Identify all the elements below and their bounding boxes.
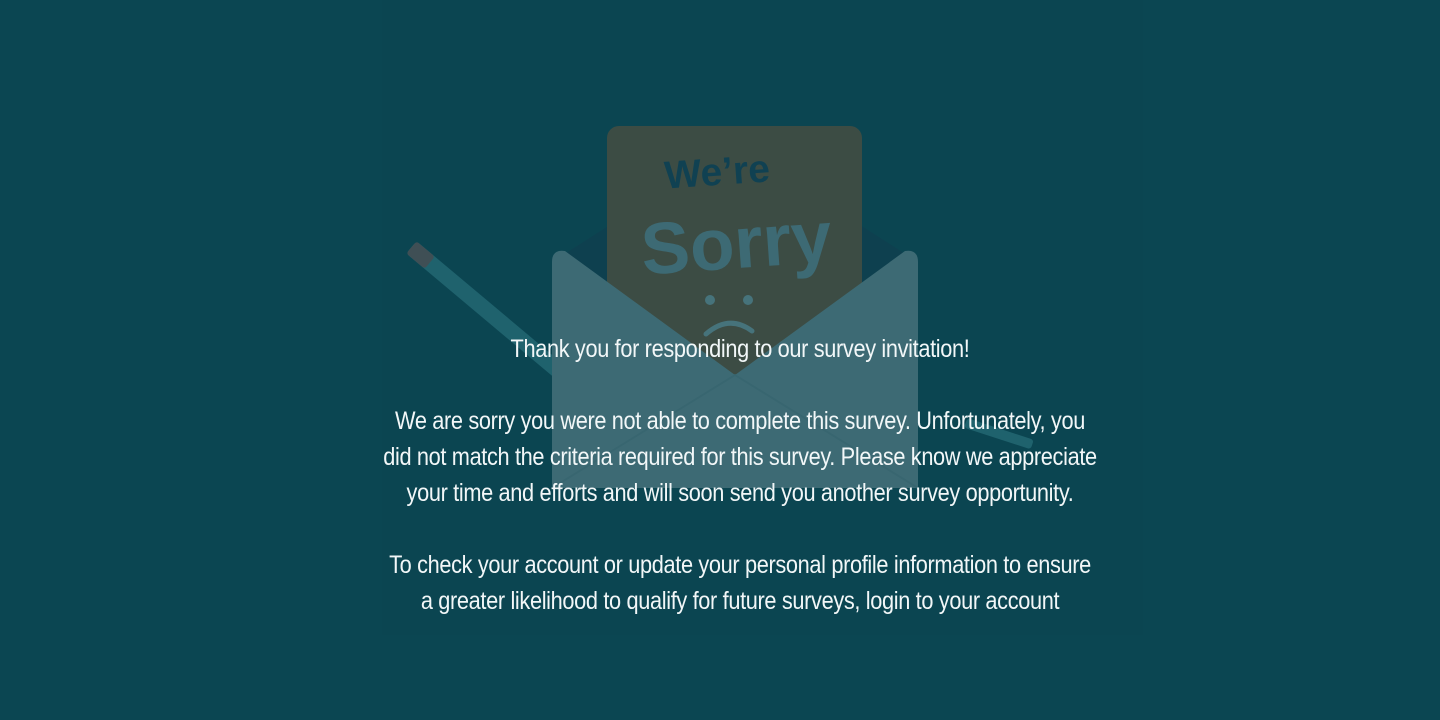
account-line-1: To check your account or update your per… — [389, 551, 1091, 579]
account-line-2: a greater likelihood to qualify for futu… — [420, 587, 1060, 615]
body-line-3: your time and efforts and will soon send… — [406, 479, 1074, 507]
body-line-1: We are sorry you were not able to comple… — [395, 407, 1085, 435]
headline-text: Thank you for responding to our survey i… — [510, 335, 970, 363]
survey-message: Thank you for responding to our survey i… — [375, 331, 1106, 619]
survey-disqualification-page: We’re Sorry Thank you for responding to … — [0, 0, 1440, 720]
account-instructions: To check your account or update your per… — [375, 547, 1106, 619]
body-line-2: did not match the criteria required for … — [383, 443, 1097, 471]
sorry-explanation: We are sorry you were not able to comple… — [375, 403, 1106, 511]
